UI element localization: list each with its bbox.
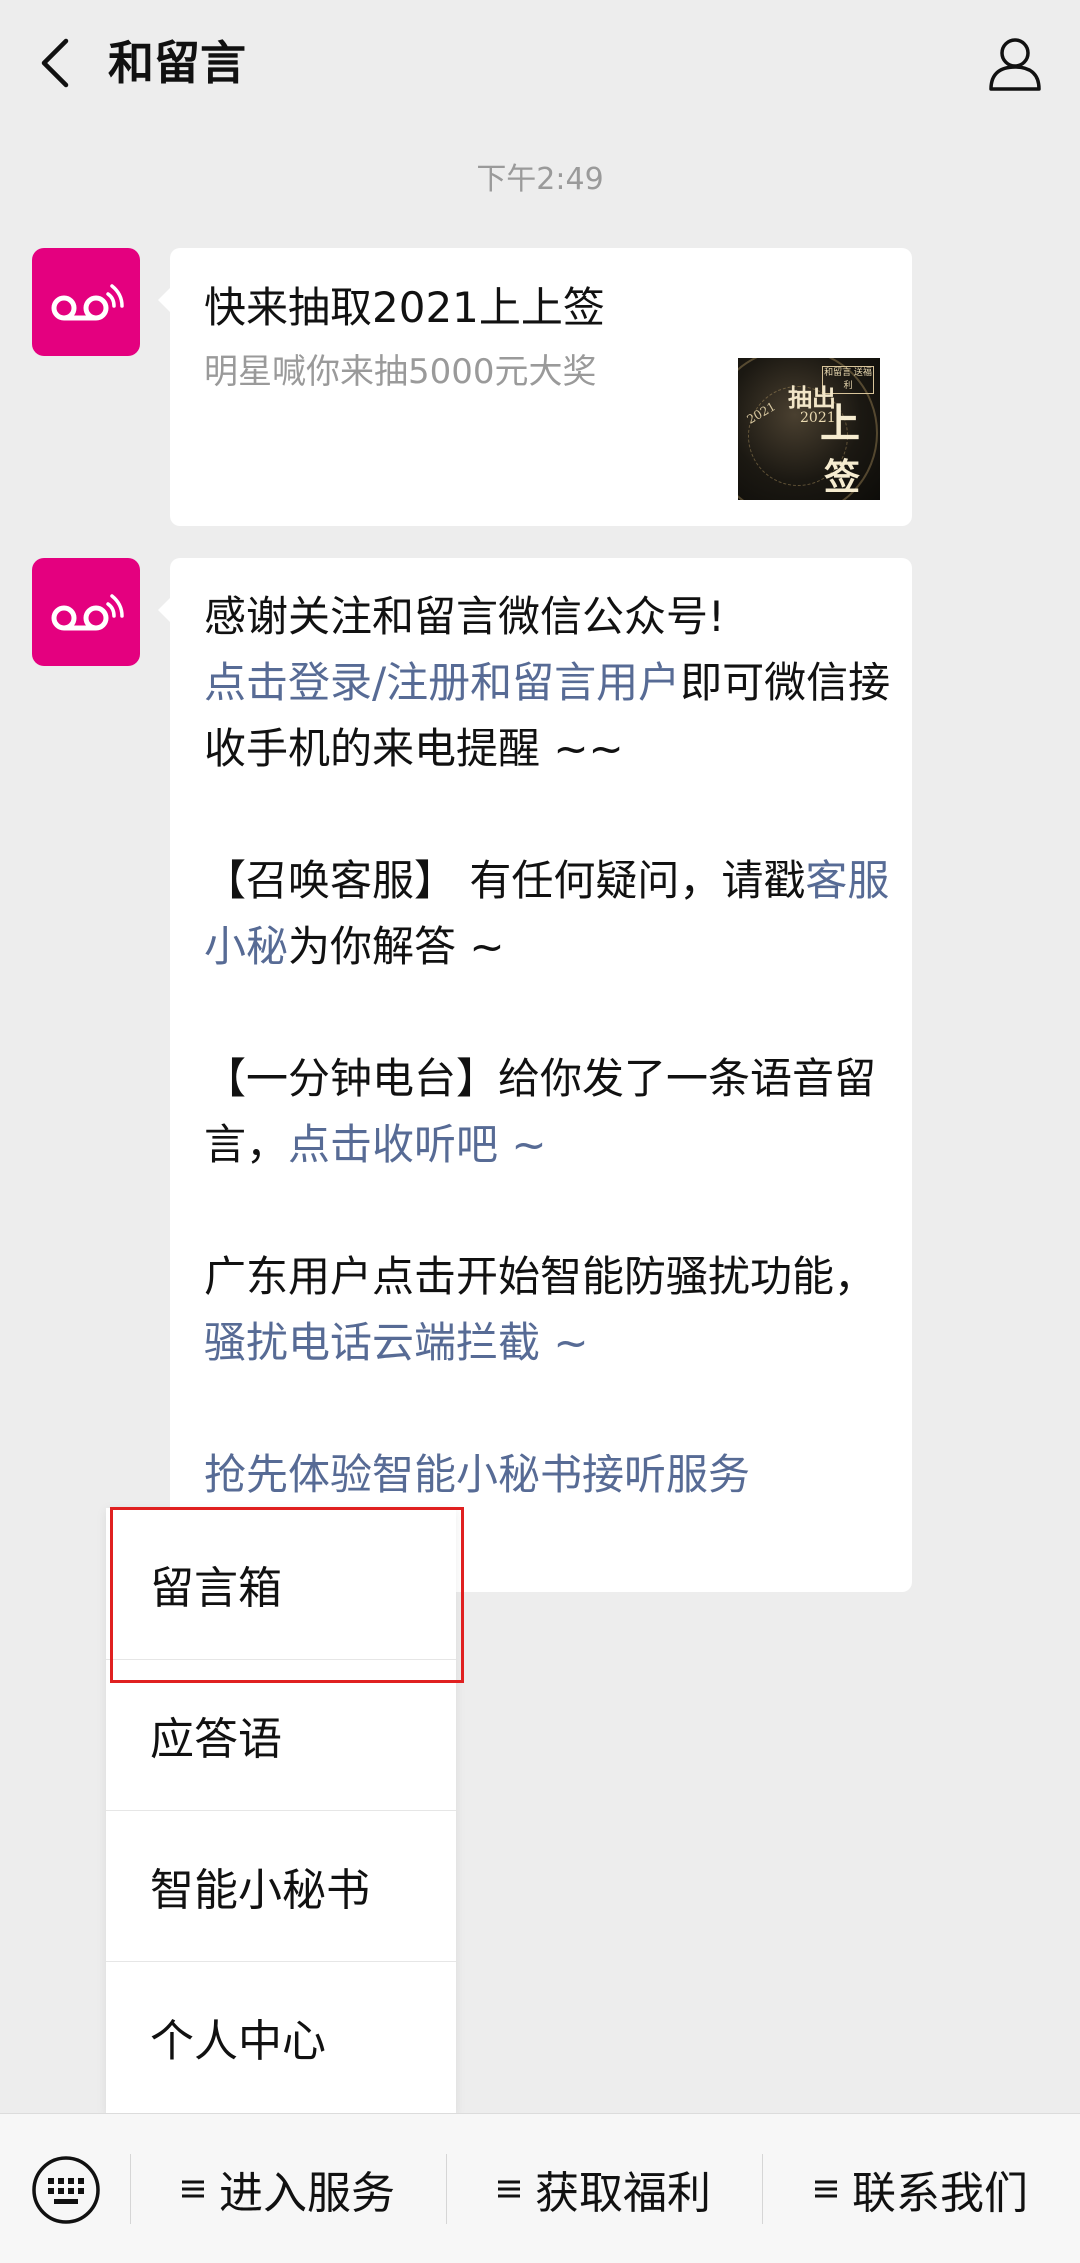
menu-lines-icon xyxy=(181,2178,205,2200)
top-nav-bar: 和留言 xyxy=(0,0,1080,125)
back-button[interactable] xyxy=(20,20,90,105)
service-submenu: 留言箱 应答语 智能小秘书 个人中心 xyxy=(106,1508,456,2114)
login-register-link[interactable]: 点击登录/注册和留言用户 xyxy=(204,658,680,707)
keyboard-toggle-button[interactable] xyxy=(28,2152,104,2228)
message-timestamp: 下午2:49 xyxy=(476,162,604,197)
message-text: 为你解答 ~ xyxy=(288,922,505,971)
card-title: 快来抽取2021上上签 xyxy=(204,283,605,332)
menu-lines-icon xyxy=(814,2178,838,2200)
thumbnail-text-4: 签 xyxy=(824,456,861,498)
profile-button[interactable] xyxy=(970,20,1060,105)
voicemail-logo-icon xyxy=(51,594,124,631)
menu-item-personal-center[interactable]: 个人中心 xyxy=(106,1961,456,2112)
promo-card-message[interactable]: 快来抽取2021上上签 明星喊你来抽5000元大奖 和留言 送福利 抽出 202… xyxy=(158,248,912,526)
chat-title: 和留言 xyxy=(108,36,246,90)
card-subtitle: 明星喊你来抽5000元大奖 xyxy=(204,352,597,392)
message-text: 【召唤客服】 有任何疑问，请戳 xyxy=(204,856,806,905)
bottom-menu-bar: 进入服务 获取福利 联系我们 xyxy=(0,2113,1080,2263)
message-text: 感谢关注和留言微信公众号! xyxy=(204,592,725,641)
official-account-avatar[interactable] xyxy=(32,558,140,666)
spam-blocking-link[interactable]: 骚扰电话云端拦截 ~ xyxy=(204,1318,589,1367)
menu-item-greeting[interactable]: 应答语 xyxy=(106,1659,456,1810)
voicemail-logo-icon xyxy=(51,284,124,321)
person-icon xyxy=(989,37,1041,91)
menu-get-benefits[interactable]: 获取福利 xyxy=(446,2114,762,2263)
thumbnail-text-3: 上 xyxy=(820,400,860,447)
menu-label: 获取福利 xyxy=(535,2168,711,2219)
message-paragraph: 抢先体验智能小秘书接听服务 xyxy=(204,1442,894,1508)
menu-label: 进入服务 xyxy=(219,2168,395,2219)
message-paragraph: 【召唤客服】 有任何疑问，请戳客服小秘为你解答 ~ xyxy=(204,848,894,980)
welcome-text-message: 感谢关注和留言微信公众号! 点击登录/注册和留言用户即可微信接收手机的来电提醒 … xyxy=(158,558,912,1592)
official-account-avatar[interactable] xyxy=(32,248,140,356)
menu-label: 联系我们 xyxy=(852,2168,1028,2219)
smart-secretary-link[interactable]: 抢先体验智能小秘书接听服务 xyxy=(204,1450,750,1499)
message-paragraph: 广东用户点击开始智能防骚扰功能， 骚扰电话云端拦截 ~ xyxy=(204,1244,894,1376)
chevron-left-icon xyxy=(41,38,69,87)
message-text: 广东用户点击开始智能防骚扰功能， xyxy=(204,1252,877,1301)
menu-lines-icon xyxy=(497,2178,521,2200)
message-paragraph: 【一分钟电台】给你发了一条语音留言，点击收听吧 ~ xyxy=(204,1046,894,1178)
card-thumbnail-image: 和留言 送福利 抽出 2021 上 签 2021 xyxy=(738,358,880,500)
menu-item-smart-secretary[interactable]: 智能小秘书 xyxy=(106,1810,456,1961)
listen-voicemail-link[interactable]: 点击收听吧 ~ xyxy=(288,1120,547,1169)
message-paragraph: 点击登录/注册和留言用户即可微信接收手机的来电提醒 ~~ xyxy=(204,650,894,782)
keyboard-icon xyxy=(32,2156,100,2224)
message-body: 感谢关注和留言微信公众号! 点击登录/注册和留言用户即可微信接收手机的来电提醒 … xyxy=(204,584,894,1508)
menu-enter-service[interactable]: 进入服务 xyxy=(130,2114,446,2263)
menu-item-voicemail-box[interactable]: 留言箱 xyxy=(106,1508,456,1659)
message-paragraph: 感谢关注和留言微信公众号! xyxy=(204,584,894,650)
menu-contact-us[interactable]: 联系我们 xyxy=(762,2114,1080,2263)
